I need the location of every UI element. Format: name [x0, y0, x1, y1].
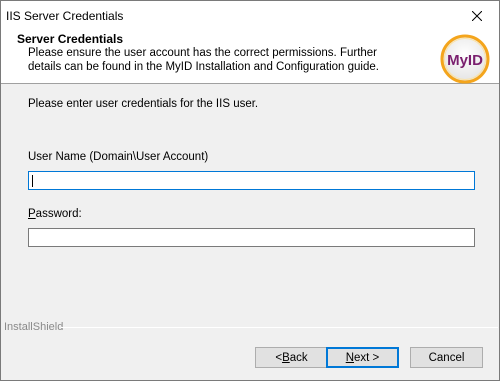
myid-logo: MyID — [440, 34, 490, 84]
username-field[interactable] — [28, 171, 475, 190]
username-label: User Name (Domain\User Account) — [28, 151, 209, 163]
title-bar: IIS Server Credentials — [1, 1, 499, 30]
installshield-brand: InstallShield — [4, 321, 64, 333]
text-caret — [32, 175, 33, 187]
password-label: Password: — [28, 208, 82, 220]
password-input[interactable] — [29, 229, 474, 246]
page-description: Please ensure the user account has the c… — [28, 47, 379, 73]
logo-text: MyID — [447, 52, 483, 69]
close-button[interactable] — [455, 1, 499, 30]
cancel-button[interactable]: Cancel — [410, 347, 483, 368]
password-field[interactable] — [28, 228, 475, 247]
page-title: Server Credentials — [17, 32, 124, 46]
footer-divider — [61, 327, 498, 328]
close-icon — [472, 10, 482, 21]
username-input[interactable] — [29, 172, 474, 189]
instructions-text: Please enter user credentials for the II… — [28, 98, 259, 110]
next-button[interactable]: Next > — [326, 347, 399, 368]
header-banner: Server Credentials Please ensure the use… — [1, 30, 499, 84]
installer-dialog: IIS Server Credentials Server Credential… — [0, 0, 500, 381]
back-button[interactable]: < Back — [255, 347, 328, 368]
window-title: IIS Server Credentials — [6, 9, 124, 23]
